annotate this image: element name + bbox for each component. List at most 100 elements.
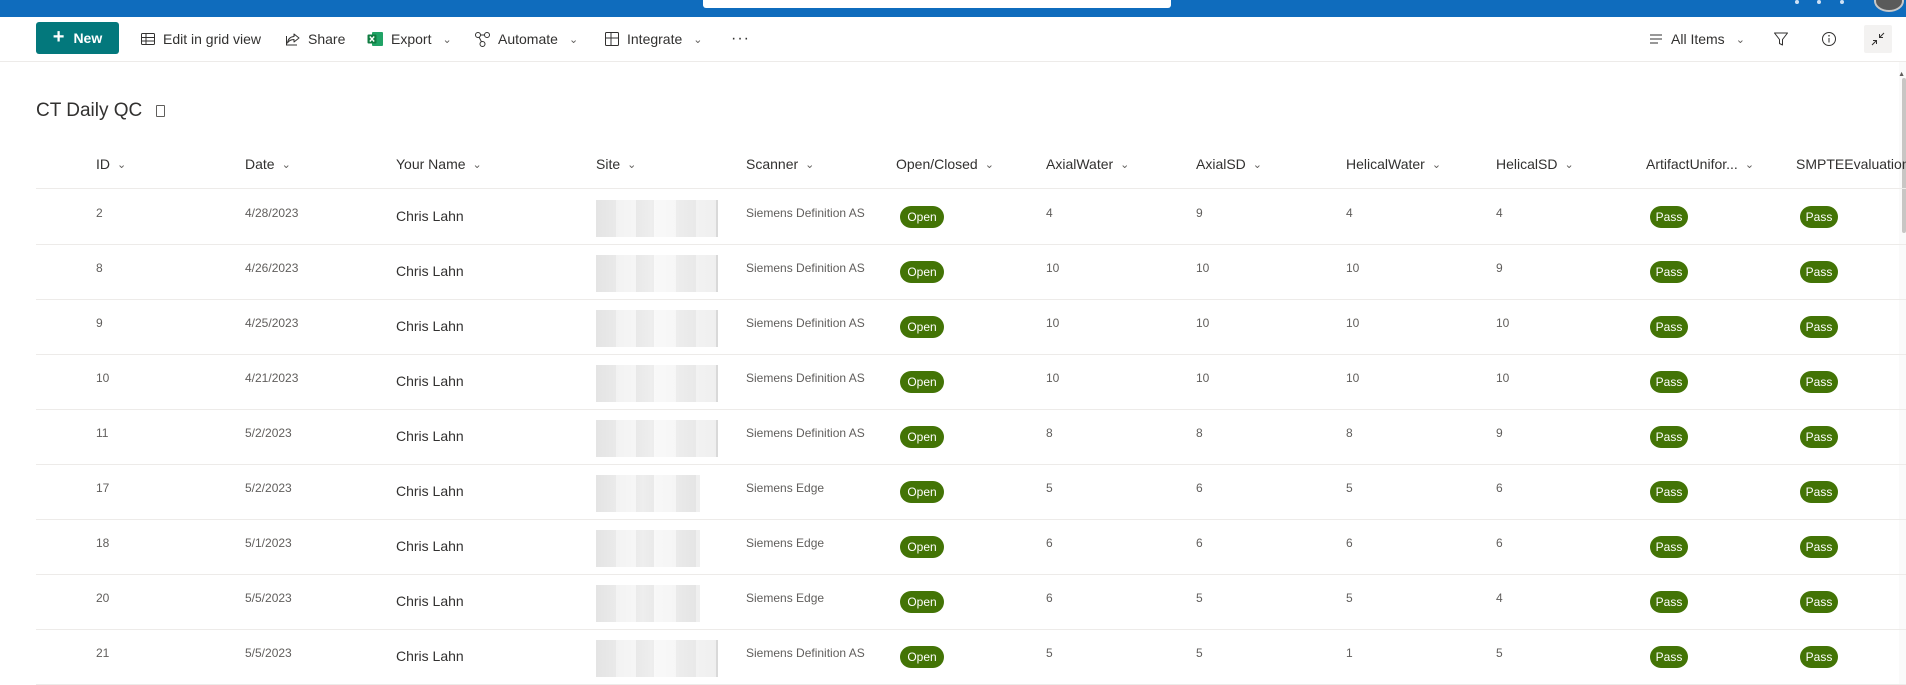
suite-icon[interactable] [1795, 0, 1799, 4]
suite-icon[interactable] [1817, 0, 1821, 4]
integrate-button[interactable]: Integrate ⌄ [604, 17, 702, 61]
column-header[interactable]: AxialWater ⌄ [1046, 156, 1129, 172]
search-box[interactable] [703, 0, 1171, 8]
artifact-uniformity-badge[interactable]: Pass [1650, 591, 1688, 613]
cell-your-name: Chris Lahn [396, 483, 464, 499]
collapse-button[interactable] [1864, 25, 1892, 53]
automate-icon [475, 32, 490, 47]
status-badge[interactable]: Open [900, 536, 944, 558]
cell-axial-sd: 5 [1196, 646, 1203, 660]
cell-axial-sd: 10 [1196, 371, 1210, 385]
column-header[interactable]: Scanner ⌄ [746, 156, 814, 172]
cell-scanner: Siemens Edge [746, 536, 825, 550]
smpte-evaluation-badge[interactable]: Pass [1800, 481, 1838, 503]
column-header-label: Open/Closed [896, 156, 978, 172]
column-header[interactable]: HelicalSD ⌄ [1496, 156, 1574, 172]
column-header[interactable]: Your Name ⌄ [396, 156, 482, 172]
status-badge[interactable]: Open [900, 481, 944, 503]
avatar[interactable] [1874, 0, 1904, 12]
column-header[interactable]: AxialSD ⌄ [1196, 156, 1262, 172]
edit-grid-label: Edit in grid view [163, 31, 262, 47]
integrate-label: Integrate [627, 31, 683, 47]
cell-site-redacted [596, 310, 718, 347]
list-info-icon[interactable] [156, 105, 166, 117]
cell-axial-sd: 10 [1196, 261, 1210, 275]
column-header[interactable]: HelicalWater ⌄ [1346, 156, 1441, 172]
cell-helical-sd: 10 [1496, 371, 1510, 385]
column-header[interactable]: ArtifactUnifor... ⌄ [1646, 156, 1754, 172]
cell-axial-water: 8 [1046, 426, 1053, 440]
column-header[interactable]: SMPTEEvaluation [1796, 156, 1906, 172]
artifact-uniformity-badge[interactable]: Pass [1650, 536, 1688, 558]
smpte-evaluation-badge[interactable]: Pass [1800, 316, 1838, 338]
cell-your-name: Chris Lahn [396, 318, 464, 334]
cell-date: 5/5/2023 [245, 646, 292, 660]
artifact-uniformity-badge[interactable]: Pass [1650, 206, 1688, 228]
cell-helical-sd: 5 [1496, 646, 1503, 660]
artifact-uniformity-badge[interactable]: Pass [1650, 646, 1688, 668]
more-button[interactable]: ··· [731, 17, 750, 61]
cell-your-name: Chris Lahn [396, 538, 464, 554]
cell-axial-water: 5 [1046, 646, 1053, 660]
suite-icon[interactable] [1840, 0, 1844, 4]
new-button[interactable]: + New [36, 22, 119, 54]
cell-site-redacted [596, 365, 718, 402]
status-badge[interactable]: Open [900, 426, 944, 448]
info-button[interactable] [1815, 25, 1843, 53]
collapse-icon [1871, 32, 1885, 46]
smpte-evaluation-badge[interactable]: Pass [1800, 371, 1838, 393]
artifact-uniformity-badge[interactable]: Pass [1650, 426, 1688, 448]
header-divider [36, 188, 1906, 189]
smpte-evaluation-badge[interactable]: Pass [1800, 591, 1838, 613]
scroll-up-icon[interactable]: ▲ [1898, 71, 1905, 78]
chevron-down-icon: ⌄ [693, 33, 703, 46]
view-selector[interactable]: All Items ⌄ [1648, 17, 1745, 61]
artifact-uniformity-badge[interactable]: Pass [1650, 481, 1688, 503]
status-badge[interactable]: Open [900, 371, 944, 393]
cell-site-redacted [596, 640, 718, 677]
cell-helical-water: 5 [1346, 591, 1353, 605]
cell-site-redacted [596, 475, 700, 512]
column-header[interactable]: Date ⌄ [245, 156, 291, 172]
export-button[interactable]: Export ⌄ [367, 17, 452, 61]
filter-button[interactable] [1767, 25, 1795, 53]
cell-scanner: Siemens Definition AS [746, 646, 865, 660]
smpte-evaluation-badge[interactable]: Pass [1800, 536, 1838, 558]
cell-helical-sd: 9 [1496, 261, 1503, 275]
row-divider [36, 354, 1906, 355]
row-divider [36, 519, 1906, 520]
smpte-evaluation-badge[interactable]: Pass [1800, 261, 1838, 283]
cell-helical-water: 10 [1346, 261, 1360, 275]
cell-helical-water: 1 [1346, 646, 1353, 660]
column-header[interactable]: Site ⌄ [596, 156, 636, 172]
row-divider [36, 464, 1906, 465]
status-badge[interactable]: Open [900, 261, 944, 283]
column-header-label: HelicalSD [1496, 156, 1558, 172]
share-button[interactable]: Share [285, 17, 345, 61]
column-header[interactable]: Open/Closed ⌄ [896, 156, 994, 172]
artifact-uniformity-badge[interactable]: Pass [1650, 316, 1688, 338]
automate-button[interactable]: Automate ⌄ [474, 17, 578, 61]
chevron-down-icon: ⌄ [627, 158, 637, 171]
cell-date: 5/2/2023 [245, 426, 292, 440]
status-badge[interactable]: Open [900, 646, 944, 668]
artifact-uniformity-badge[interactable]: Pass [1650, 261, 1688, 283]
smpte-evaluation-badge[interactable]: Pass [1800, 646, 1838, 668]
list-view-icon [1650, 34, 1662, 44]
cell-site-redacted [596, 200, 718, 237]
cell-helical-sd: 6 [1496, 481, 1503, 495]
status-badge[interactable]: Open [900, 591, 944, 613]
column-header-label: ArtifactUnifor... [1646, 156, 1738, 172]
edit-grid-button[interactable]: Edit in grid view [140, 17, 261, 61]
smpte-evaluation-badge[interactable]: Pass [1800, 206, 1838, 228]
artifact-uniformity-badge[interactable]: Pass [1650, 371, 1688, 393]
cell-date: 4/25/2023 [245, 316, 299, 330]
status-badge[interactable]: Open [900, 206, 944, 228]
smpte-evaluation-badge[interactable]: Pass [1800, 426, 1838, 448]
status-badge[interactable]: Open [900, 316, 944, 338]
cell-axial-water: 6 [1046, 591, 1053, 605]
chevron-down-icon: ⌄ [281, 158, 291, 171]
cell-your-name: Chris Lahn [396, 208, 464, 224]
column-header[interactable]: ID ⌄ [96, 156, 126, 172]
column-header-label: SMPTEEvaluation [1796, 156, 1906, 172]
